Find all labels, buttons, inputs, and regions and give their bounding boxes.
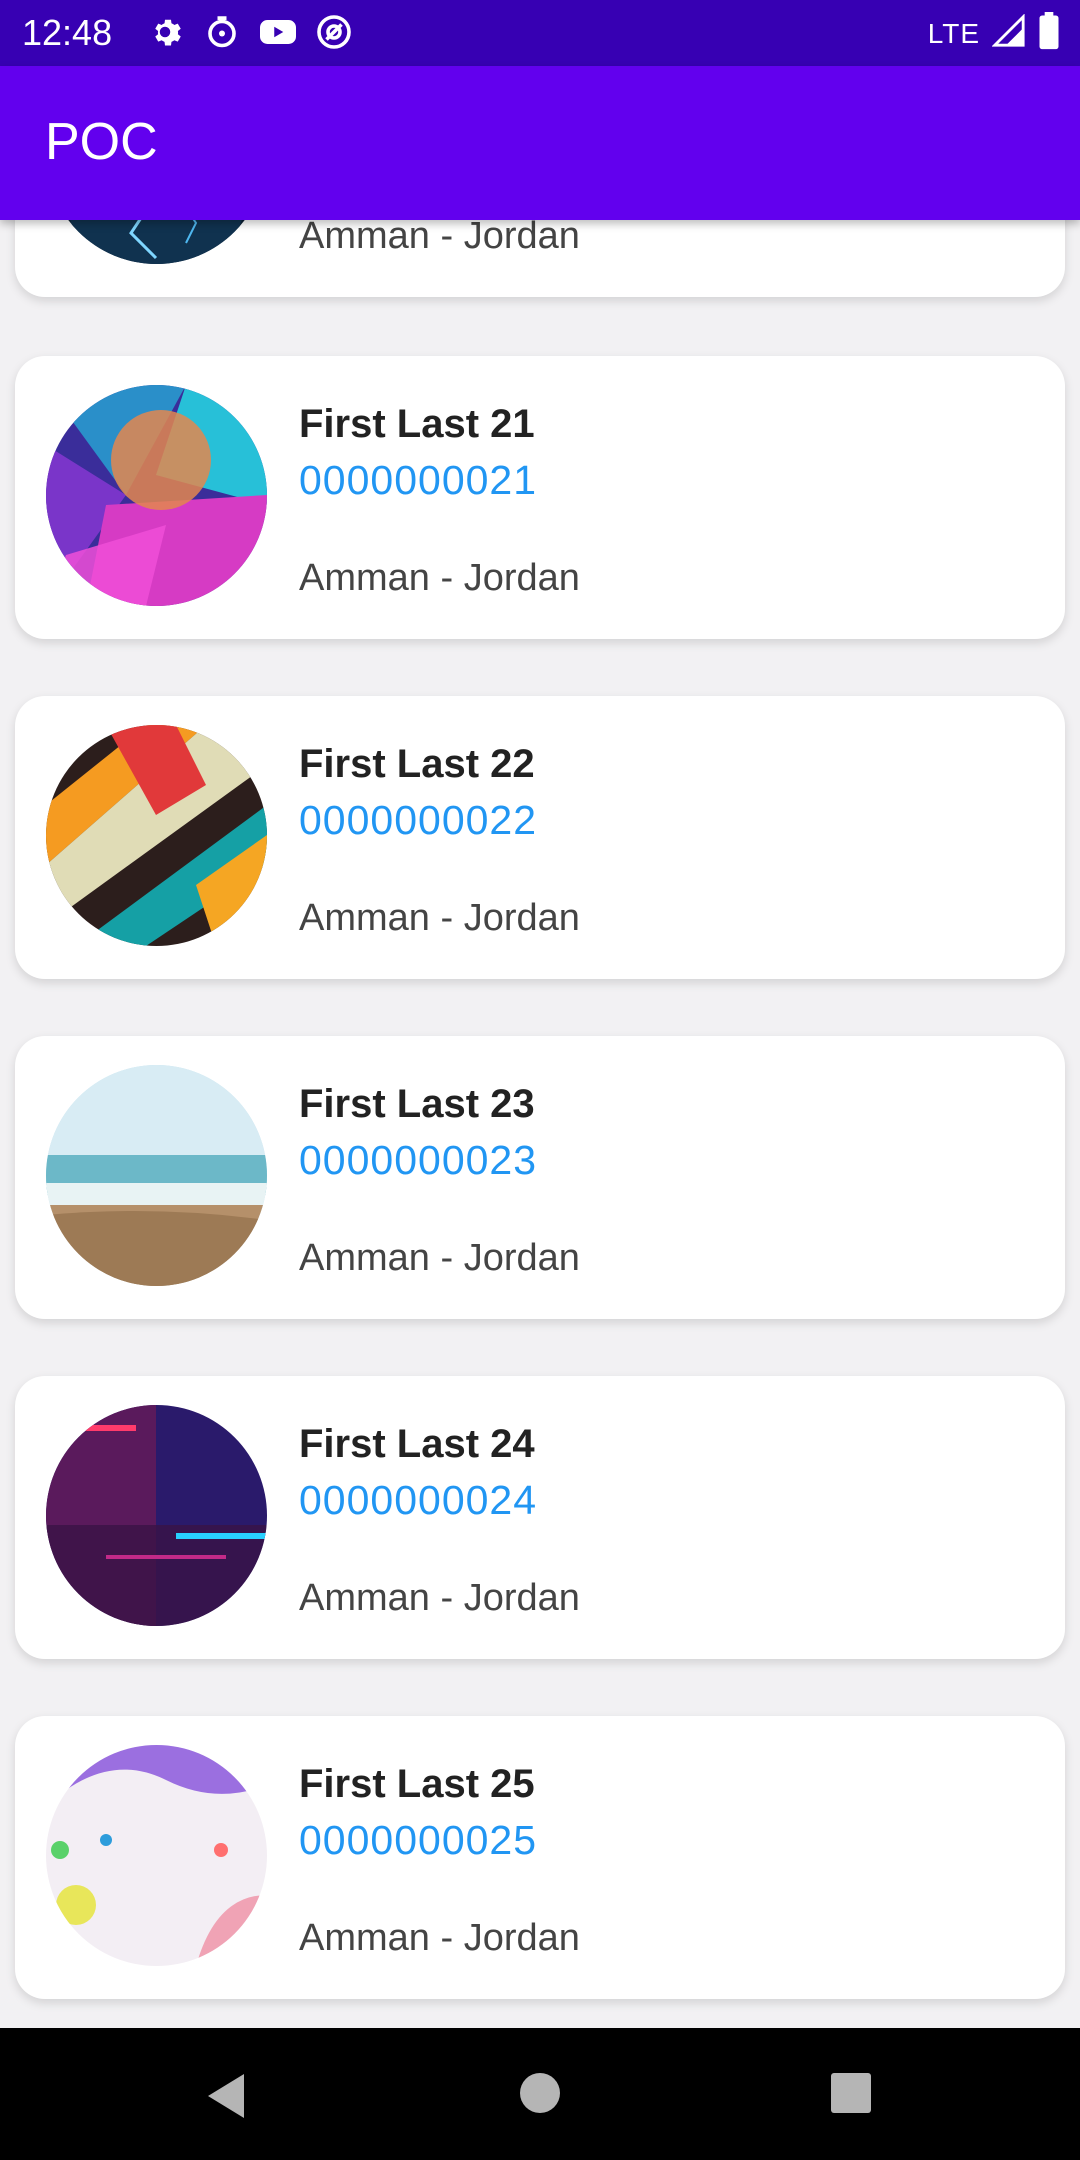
home-icon[interactable] [519,2072,561,2119]
battery-icon [1038,12,1060,55]
contact-name: First Last 21 [299,402,535,446]
avatar [46,1065,267,1286]
contact-location: Amman - Jordan [299,220,580,257]
avatar [46,1405,267,1626]
contact-card[interactable]: First Last 21 0000000021 Amman - Jordan [15,356,1065,639]
at-sign-icon [316,14,352,55]
recents-icon[interactable] [830,2072,872,2119]
contact-card[interactable]: First Last 25 0000000025 Amman - Jordan [15,1716,1065,1999]
app-bar: POC [0,66,1080,220]
back-icon[interactable] [204,2072,248,2125]
contact-card[interactable]: First Last 22 0000000022 Amman - Jordan [15,696,1065,979]
contact-card[interactable]: First Last 24 0000000024 Amman - Jordan [15,1376,1065,1659]
youtube-icon [258,14,298,55]
app-title: POC [45,113,158,171]
contact-list[interactable]: Amman - Jordan First Last 21 0000000021 … [0,220,1080,2028]
status-bar: 12:48 LTE [0,0,1080,66]
contact-location: Amman - Jordan [299,1237,580,1279]
contact-phone[interactable]: 0000000023 [299,1135,537,1185]
avatar [46,1745,267,1966]
settings-icon [150,14,186,55]
contact-name: First Last 24 [299,1422,535,1466]
timer-icon [204,14,240,55]
contact-location: Amman - Jordan [299,1577,580,1619]
signal-icon [991,13,1026,53]
contact-name: First Last 22 [299,742,535,786]
avatar [46,220,267,264]
contact-phone[interactable]: 0000000021 [299,455,537,505]
status-time: 12:48 [22,12,113,53]
contact-phone[interactable]: 0000000024 [299,1475,537,1525]
contact-phone[interactable]: 0000000025 [299,1815,537,1865]
status-icons-right: LTE [928,12,1060,55]
network-label: LTE [927,17,980,49]
contact-card[interactable]: Amman - Jordan [15,220,1065,297]
contact-location: Amman - Jordan [299,897,580,939]
contact-name: First Last 23 [299,1082,535,1126]
status-icons-left [150,14,352,55]
contact-phone[interactable]: 0000000022 [299,795,537,845]
contact-card[interactable]: First Last 23 0000000023 Amman - Jordan [15,1036,1065,1319]
contact-location: Amman - Jordan [299,557,580,599]
contact-name: First Last 25 [299,1762,535,1806]
avatar [46,725,267,946]
avatar [46,385,267,606]
navigation-bar [0,2028,1080,2160]
contact-location: Amman - Jordan [299,1917,580,1959]
